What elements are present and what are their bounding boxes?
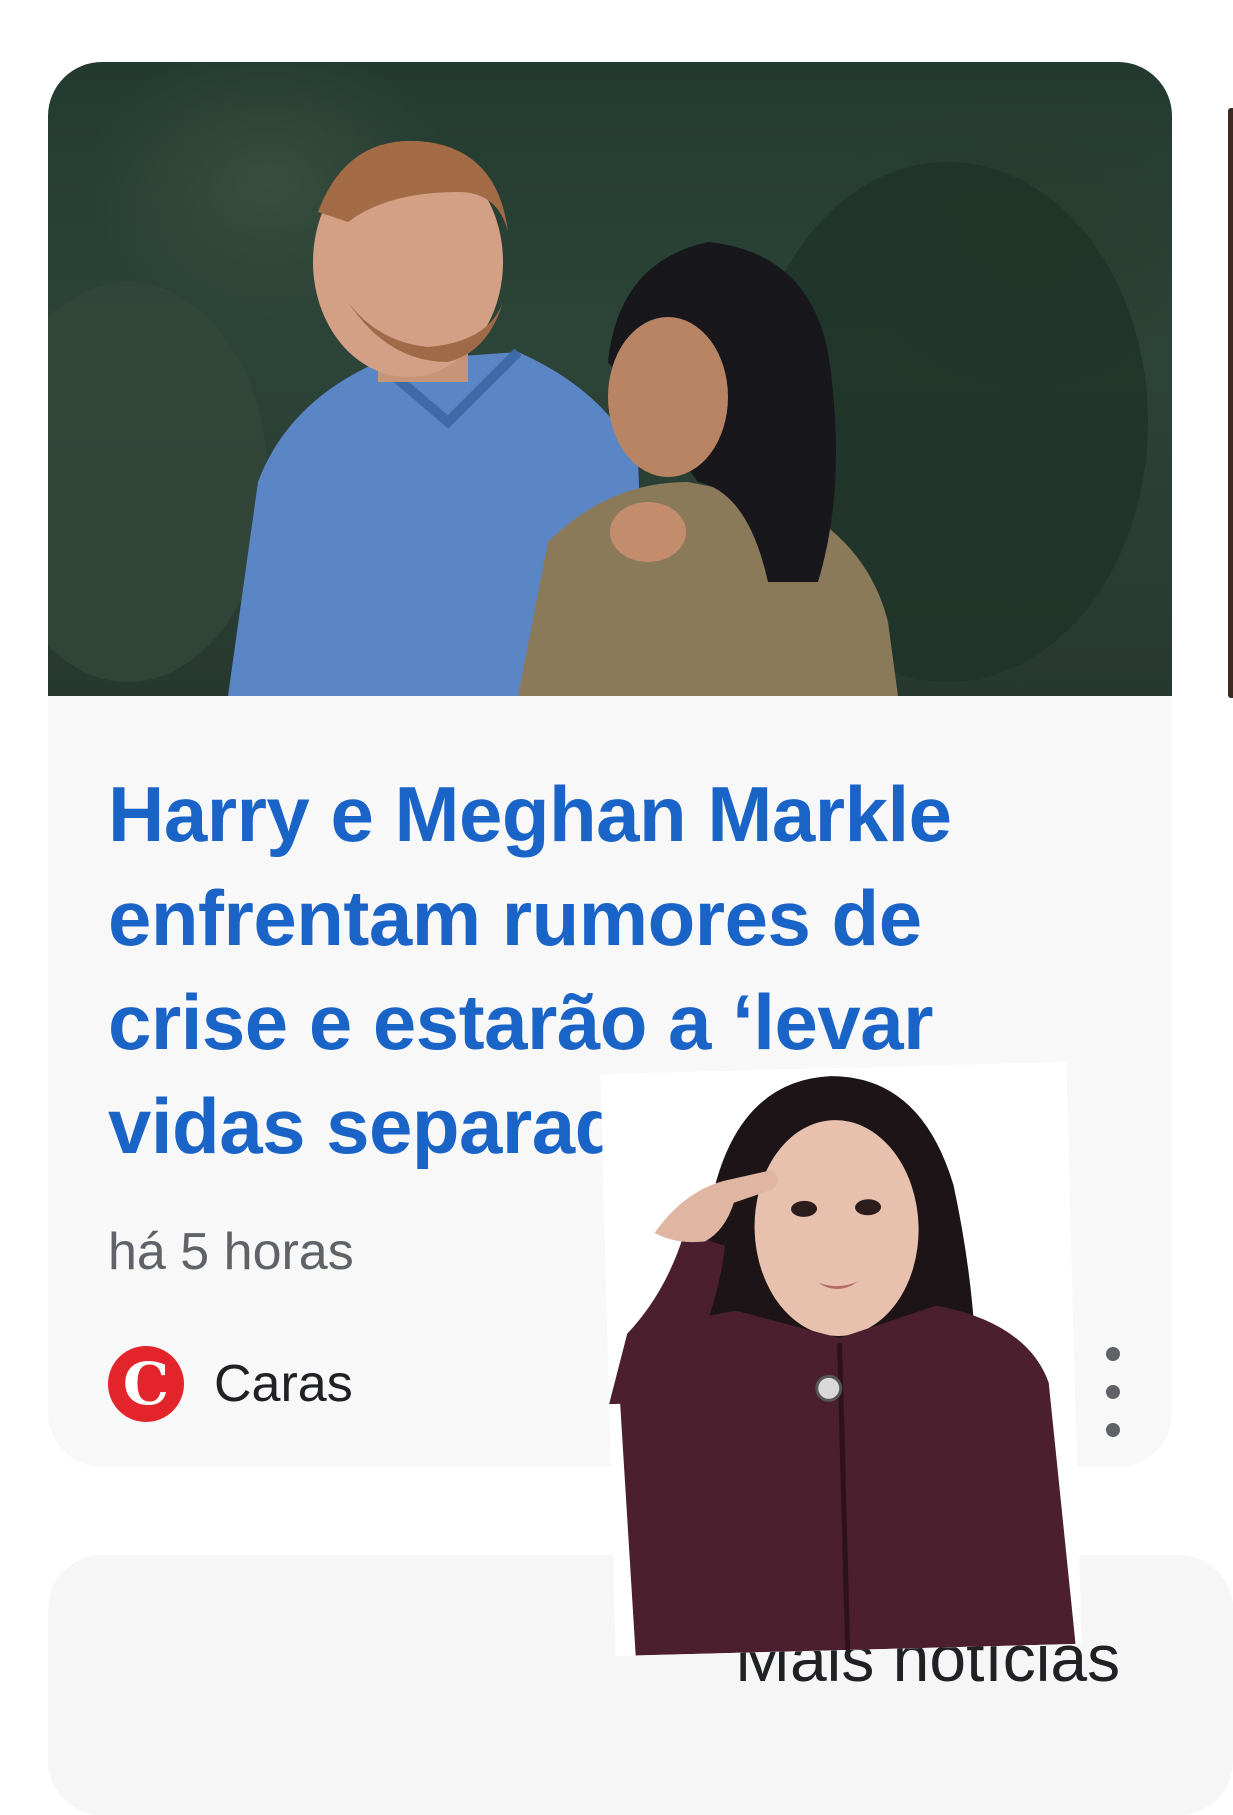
- more-vert-icon[interactable]: [1098, 1347, 1128, 1437]
- person-overlay-image: [600, 1062, 1082, 1656]
- article-source[interactable]: C Caras: [108, 1346, 353, 1422]
- source-name: Caras: [214, 1355, 353, 1413]
- article-time: há 5 horas: [108, 1223, 354, 1281]
- photo-illustration: [48, 140, 1148, 696]
- person-thinking-icon: [600, 1062, 1082, 1656]
- next-card-peek[interactable]: [1228, 108, 1233, 698]
- article-photo[interactable]: [48, 62, 1172, 696]
- source-logo-icon: C: [108, 1346, 184, 1422]
